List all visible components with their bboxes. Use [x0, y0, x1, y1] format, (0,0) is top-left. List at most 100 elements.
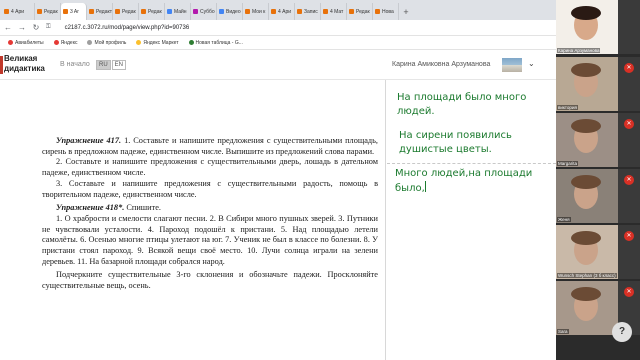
bookmark-label: Авиабилеты	[15, 39, 44, 46]
bookmark-label: Яндекс Маркет	[143, 39, 179, 46]
browser-tab[interactable]: 4 Ари	[269, 3, 295, 20]
back-icon[interactable]: ←	[4, 23, 12, 32]
browser-tab[interactable]: 4 Мат	[321, 3, 347, 20]
bookmark-label: Новая таблица - G...	[195, 39, 243, 46]
browser-tab[interactable]: Нова	[373, 3, 399, 20]
tab-favicon-icon	[323, 9, 328, 14]
bookmark-label: Мой профиль	[94, 39, 127, 46]
participant-tile[interactable]: ✕ Wunsch Stephan (3 б класс)	[556, 225, 640, 279]
tab-favicon-icon	[219, 9, 224, 14]
tab-favicon-icon	[4, 9, 9, 14]
exercise-418-task: Подчеркните существительные 3-го склонен…	[42, 270, 378, 291]
browser-tab[interactable]: Редак	[35, 3, 61, 20]
participant-video	[556, 0, 618, 54]
participant-video	[556, 57, 618, 111]
tab-favicon-icon	[115, 9, 120, 14]
bookmark-item[interactable]: Яндекс	[53, 39, 78, 46]
participant-hair	[571, 119, 601, 133]
participant-tile[interactable]: ✕ Margarita	[556, 113, 640, 167]
browser-tab[interactable]: Редакт	[87, 3, 113, 20]
browser-tab[interactable]: 3 Ar	[61, 3, 87, 20]
participant-video	[556, 169, 618, 223]
bookmark-favicon-icon	[136, 40, 142, 45]
participant-name: Женя	[557, 217, 571, 222]
site-header: Великая дидактика В начало RU EN Карина …	[0, 50, 556, 80]
exercise-418-instruction: Спишите.	[126, 203, 162, 213]
help-button[interactable]: ?	[612, 322, 632, 342]
browser-tab[interactable]: Редак	[347, 3, 373, 20]
participant-hair	[571, 175, 601, 189]
participant-tile[interactable]: ✕ Женя	[556, 169, 640, 223]
forward-icon[interactable]: →	[18, 23, 26, 32]
browser-tab[interactable]: Редак	[139, 3, 165, 20]
tab-label: Редакт	[96, 8, 113, 15]
participant-name: Карина Арзуманова	[557, 48, 601, 53]
logo-mark	[0, 56, 3, 74]
note-line-3[interactable]: Много людей,на площади было,	[395, 167, 551, 196]
participant-name: Sara	[557, 329, 569, 334]
tab-favicon-icon	[245, 9, 250, 14]
tab-favicon-icon	[349, 9, 354, 14]
tab-favicon-icon	[271, 9, 276, 14]
tab-favicon-icon	[297, 9, 302, 14]
bookmark-item[interactable]: Авиабилеты	[8, 40, 44, 46]
lock-icon[interactable]: ⚿	[46, 24, 51, 31]
browser-tab[interactable]: Суббо	[191, 3, 217, 20]
exercise-418-title: Упражнение 418*.	[56, 203, 125, 213]
browser-tab[interactable]: 4 Ари	[2, 3, 35, 20]
exercise-417-title: Упражнение 417.	[56, 136, 122, 145]
tab-label: Видео	[226, 8, 241, 15]
document-page: Упражнение 417. 1. Составьте и напишите …	[0, 80, 386, 360]
tab-label: 4 Ари	[11, 8, 25, 15]
participant-hair	[571, 63, 601, 77]
browser-tab[interactable]: Редак	[113, 3, 139, 20]
language-switch: RU EN	[96, 60, 127, 70]
browser-tab[interactable]: Видео	[217, 3, 243, 20]
bookmark-item[interactable]: Мой профиль	[87, 40, 126, 46]
tab-favicon-icon	[63, 9, 68, 14]
browser-tab[interactable]: Майн	[165, 3, 191, 20]
divider	[387, 163, 556, 164]
tab-label: Редак	[356, 8, 370, 15]
user-name[interactable]: Карина Амиковна Арзуманова	[392, 61, 490, 68]
bookmark-item[interactable]: Яндекс Маркет	[136, 39, 179, 46]
mic-muted-icon: ✕	[624, 119, 634, 129]
tab-favicon-icon	[89, 9, 94, 14]
site-logo[interactable]: Великая дидактика	[4, 54, 45, 74]
user-avatar[interactable]	[502, 58, 522, 72]
participant-tile[interactable]: ✕ виктория	[556, 57, 640, 111]
participant-tile[interactable]: Карина Арзуманова	[556, 0, 640, 54]
lang-en-button[interactable]: EN	[111, 60, 127, 70]
home-link[interactable]: В начало	[60, 61, 90, 68]
tab-label: 4 Ари	[278, 8, 292, 15]
bookmark-item[interactable]: Новая таблица - G...	[188, 39, 243, 46]
bookmark-label: Яндекс	[60, 39, 78, 46]
participant-name: Margarita	[557, 161, 579, 166]
textbook-text: Упражнение 417. 1. Составьте и напишите …	[42, 136, 378, 292]
tab-favicon-icon	[37, 9, 42, 14]
browser-tab-bar: 4 Ари Редак 3 Ar Редакт Редак Редак Майн Суббо В…	[0, 0, 556, 20]
bookmark-favicon-icon	[53, 40, 59, 45]
new-tab-button[interactable]: +	[399, 3, 413, 20]
writing-panel[interactable]: На площади было много людей. На сирени п…	[387, 80, 556, 360]
participant-hair	[571, 6, 601, 20]
browser-tab[interactable]: Мои к	[243, 3, 269, 20]
note-line-2: На сирени появились душистые цветы.	[399, 130, 512, 155]
address-bar: ← → ↻ ⚿ c2187.c.3072.ru/mod/page/view.ph…	[0, 20, 556, 36]
exercise-417-p1: Упражнение 417. 1. Составьте и напишите …	[42, 136, 378, 157]
participant-video	[556, 225, 618, 279]
browser-tab[interactable]: Запис	[295, 3, 321, 20]
lang-ru-button[interactable]: RU	[96, 60, 111, 70]
mic-muted-icon: ✕	[624, 231, 634, 241]
logo-line-1: Великая	[4, 54, 38, 63]
tab-favicon-icon	[141, 9, 146, 14]
participant-hair	[571, 287, 601, 301]
exercise-418-header: Упражнение 418*. Спишите.	[42, 203, 378, 214]
chevron-down-icon[interactable]: ⌄	[528, 59, 535, 68]
bookmark-favicon-icon	[8, 40, 13, 45]
url-text[interactable]: c2187.c.3072.ru/mod/page/view.php?id=907…	[65, 25, 190, 31]
participant-hair	[571, 231, 601, 245]
tab-favicon-icon	[193, 9, 198, 14]
screen: 4 Ари Редак 3 Ar Редакт Редак Редак Майн Суббо В…	[0, 0, 640, 360]
reload-icon[interactable]: ↻	[32, 23, 40, 32]
